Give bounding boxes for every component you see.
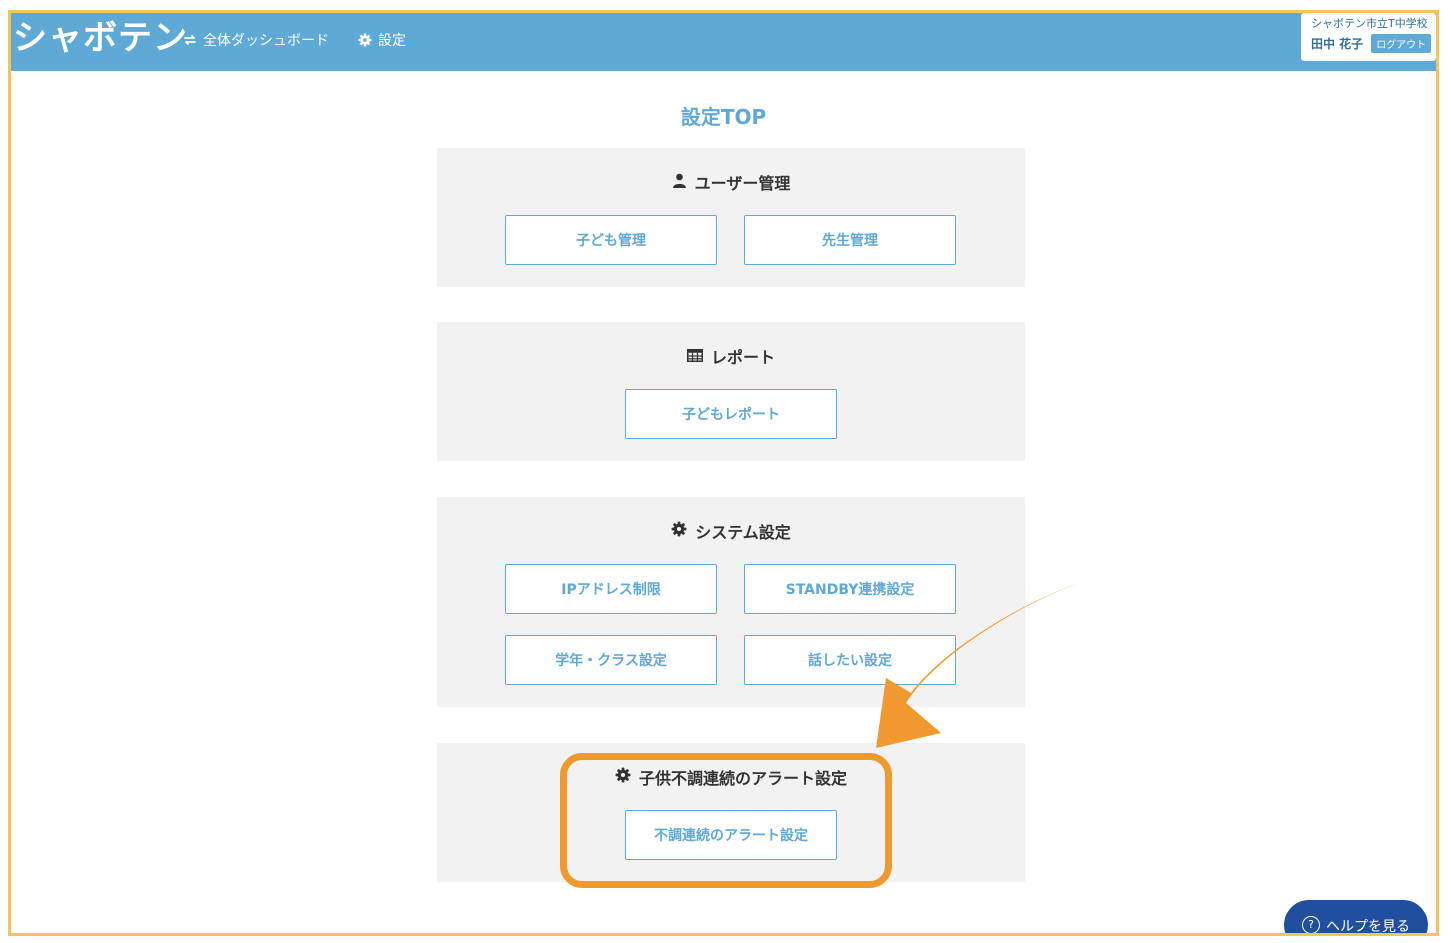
help-label: ヘルプを見る xyxy=(1326,919,1410,935)
child-management-button[interactable]: 子ども管理 xyxy=(505,215,717,265)
panel-title-text: レポート xyxy=(710,348,775,367)
standby-integration-button[interactable]: STANDBY連携設定 xyxy=(744,564,956,614)
panel-title-text: ユーザー管理 xyxy=(694,174,791,193)
gear-icon xyxy=(615,767,631,787)
panel-user-management: ユーザー管理 子ども管理 先生管理 xyxy=(437,148,1025,287)
school-name: シャボテン市立T中学校 xyxy=(1311,17,1428,30)
page-title: 設定TOP xyxy=(680,105,767,129)
gear-icon xyxy=(358,33,372,47)
nav-dashboard[interactable]: 全体ダッシュボード xyxy=(183,30,329,50)
user-info: シャボテン市立T中学校 田中 花子 ログアウト xyxy=(1301,13,1436,61)
sync-icon xyxy=(183,33,197,47)
panel-title-system: システム設定 xyxy=(437,519,1025,543)
panel-system-settings: システム設定 IPアドレス制限 STANDBY連携設定 学年・クラス設定 話した… xyxy=(437,497,1025,707)
panel-title-text: 子供不調連続のアラート設定 xyxy=(638,769,847,788)
ip-restriction-button[interactable]: IPアドレス制限 xyxy=(505,564,717,614)
child-report-button[interactable]: 子どもレポート xyxy=(625,389,837,439)
want-to-talk-settings-button[interactable]: 話したい設定 xyxy=(744,635,956,685)
app-logo[interactable]: シャボテン xyxy=(13,13,188,63)
panel-title-text: システム設定 xyxy=(695,523,791,542)
teacher-management-button[interactable]: 先生管理 xyxy=(744,215,956,265)
gear-icon xyxy=(671,521,687,541)
logout-button[interactable]: ログアウト xyxy=(1371,34,1432,53)
app-frame: シャボテン 全体ダッシュボード 設定 シャボテン市立T中学校 田中 花子 ログア… xyxy=(8,10,1439,936)
nav-settings-label: 設定 xyxy=(378,33,406,49)
grade-class-settings-button[interactable]: 学年・クラス設定 xyxy=(505,635,717,685)
table-icon xyxy=(686,347,703,366)
user-icon xyxy=(672,173,687,192)
panel-report: レポート 子どもレポート xyxy=(437,322,1025,461)
panel-title-user-management: ユーザー管理 xyxy=(437,170,1025,194)
consecutive-alert-settings-button[interactable]: 不調連続のアラート設定 xyxy=(625,810,837,860)
question-icon: ? xyxy=(1302,916,1320,933)
user-name: 田中 花子 xyxy=(1311,37,1364,51)
panel-title-alert: 子供不調連続のアラート設定 xyxy=(437,765,1025,789)
panel-title-report: レポート xyxy=(437,344,1025,368)
panel-alert-settings: 子供不調連続のアラート設定 不調連続のアラート設定 xyxy=(437,743,1025,882)
help-button[interactable]: ? ヘルプを見る xyxy=(1284,900,1428,935)
nav-settings[interactable]: 設定 xyxy=(358,30,406,50)
top-header: シャボテン 全体ダッシュボード 設定 シャボテン市立T中学校 田中 花子 ログア… xyxy=(11,13,1436,71)
nav-dashboard-label: 全体ダッシュボード xyxy=(203,33,329,49)
